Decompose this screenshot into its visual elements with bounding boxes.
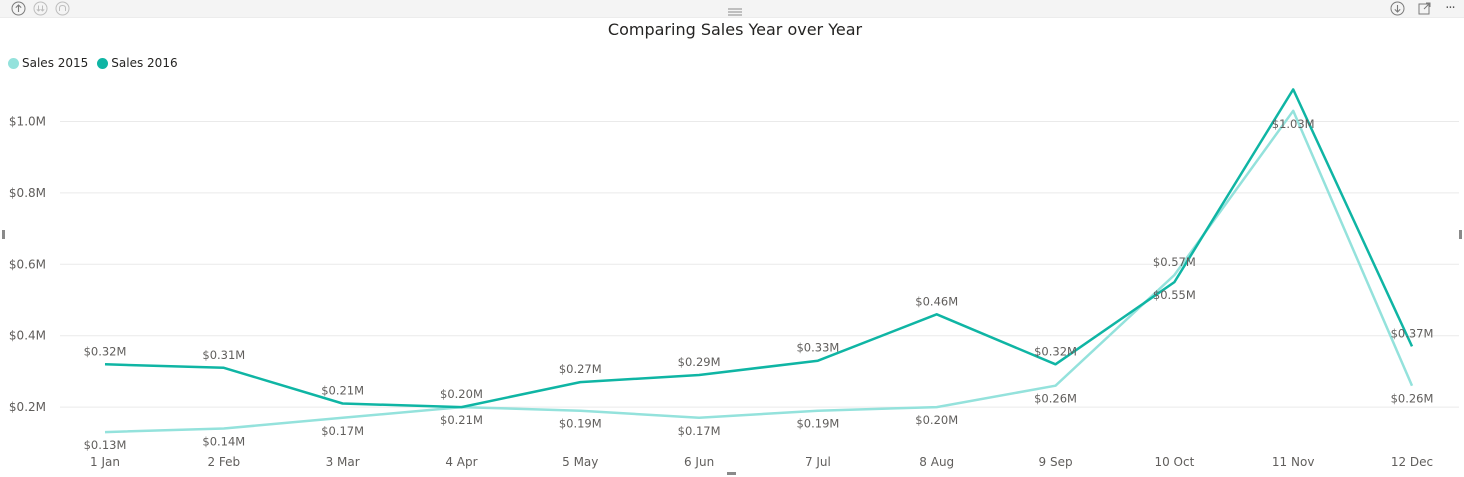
data-label-sales-2016: $0.33M (796, 341, 839, 355)
data-label-sales-2016: $0.27M (559, 362, 602, 376)
x-tick-label: 2 Feb (207, 455, 240, 469)
data-label-sales-2016: $0.21M (321, 384, 364, 398)
x-tick-label: 9 Sep (1039, 455, 1073, 469)
y-tick-label: $0.2M (9, 400, 46, 414)
data-label-sales-2015: $0.26M (1034, 392, 1077, 406)
y-tick-label: $1.0M (9, 115, 46, 129)
data-label-sales-2016: $0.32M (84, 344, 127, 358)
resize-handle-right[interactable] (1459, 230, 1462, 239)
resize-handle-left[interactable] (2, 230, 5, 239)
data-label-sales-2015: $0.17M (678, 424, 721, 438)
series-line-sales-2015 (104, 109, 1414, 434)
data-label-sales-2016: $0.20M (440, 387, 483, 401)
data-label-sales-2016: $0.31M (202, 348, 245, 362)
x-tick-label: 11 Nov (1272, 455, 1315, 469)
x-tick-label: 4 Apr (445, 455, 477, 469)
data-label-sales-2016: $0.32M (1034, 344, 1077, 358)
x-tick-label: 5 May (562, 455, 598, 469)
y-tick-label: $0.8M (9, 186, 46, 200)
x-tick-label: 1 Jan (90, 455, 120, 469)
resize-handle-bottom[interactable] (727, 472, 736, 475)
data-label-sales-2015: $0.26M (1391, 392, 1434, 406)
y-tick-label: $0.6M (9, 257, 46, 271)
data-label-sales-2015: $0.21M (440, 413, 483, 427)
data-label-sales-2015: $0.19M (559, 417, 602, 431)
data-label-sales-2016: $0.46M (915, 294, 958, 308)
x-tick-label: 7 Jul (805, 455, 831, 469)
x-tick-label: 3 Mar (326, 455, 360, 469)
x-tick-label: 10 Oct (1154, 455, 1194, 469)
data-label-sales-2015: $1.03M (1272, 117, 1315, 131)
line-chart: $0.2M $0.4M $0.6M $0.8M $1.0M 1 Jan 2 Feb 3 Mar… (9, 88, 1459, 469)
data-label-sales-2015: $0.20M (915, 413, 958, 427)
series-line-sales-2016 (104, 88, 1414, 409)
data-label-sales-2016: $0.29M (678, 355, 721, 369)
data-label-sales-2016: $0.55M (1153, 288, 1196, 302)
data-label-sales-2015: $0.19M (796, 417, 839, 431)
data-label-sales-2015: $0.57M (1153, 255, 1196, 269)
x-tick-label: 12 Dec (1391, 455, 1433, 469)
data-label-sales-2015: $0.17M (321, 424, 364, 438)
data-label-sales-2016: $0.37M (1391, 326, 1434, 340)
x-tick-label: 6 Jun (684, 455, 714, 469)
data-label-sales-2015: $0.13M (84, 438, 127, 452)
data-label-sales-2015: $0.14M (202, 435, 245, 449)
x-tick-label: 8 Aug (919, 455, 954, 469)
y-tick-label: $0.4M (9, 329, 46, 343)
